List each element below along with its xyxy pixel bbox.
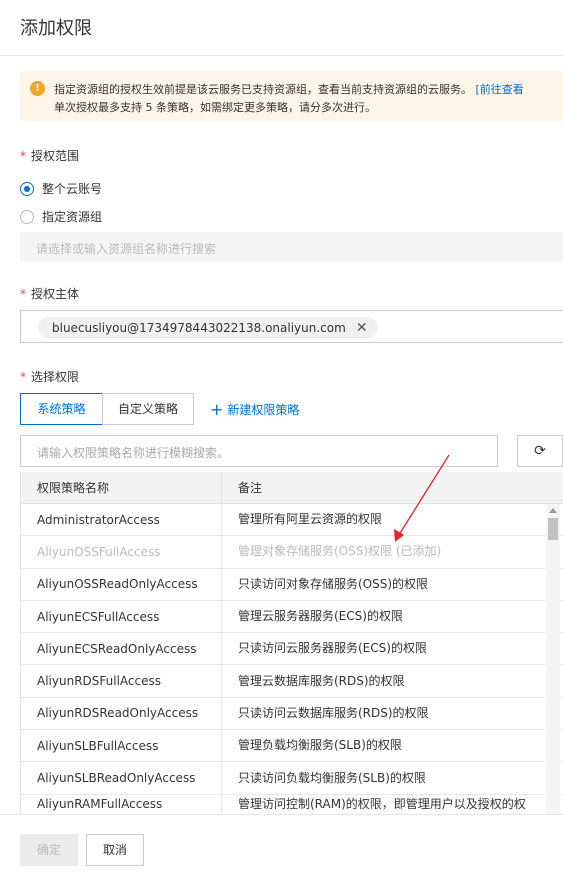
table-body: AdministratorAccess 管理所有阿里云资源的权限 AliyunOSS… [21, 504, 563, 814]
policy-name-cell: AdministratorAccess [21, 504, 222, 536]
table-scrollbar[interactable] [546, 504, 560, 814]
refresh-icon: ⟳ [534, 443, 546, 459]
notice-line-1: 指定资源组的授权生效前提是该云服务已支持资源组，查看当前支持资源组的云服务。 [… [54, 83, 524, 96]
confirm-button[interactable]: 确定 [20, 834, 78, 866]
radio-checked-icon[interactable] [20, 181, 34, 196]
table-row[interactable]: AliyunECSFullAccess 管理云服务器服务(ECS)的权限 [21, 600, 563, 634]
resource-group-search-input[interactable]: 请选择或输入资源组名称进行搜索 [20, 232, 563, 262]
tab-custom-policy[interactable]: 自定义策略 [102, 393, 194, 425]
policy-note-cell: 管理对象存储服务(OSS)权限 (已添加) [238, 544, 442, 559]
table-row[interactable]: AliyunOSSReadOnlyAccess 只读访问对象存储服务(OSS)的权… [21, 568, 563, 601]
table-row[interactable]: AliyunSLBReadOnlyAccess 只读访问负载均衡服务(SLB)的权… [21, 762, 563, 795]
radio-resource-group[interactable]: 指定资源组 [20, 208, 102, 225]
policy-name-cell: AliyunECSReadOnlyAccess [21, 633, 222, 665]
principal-label: * 授权主体 [20, 287, 80, 301]
policy-note-cell: 管理访问控制(RAM)的权限，即管理用户以及授权的权 [238, 796, 526, 811]
policy-name-cell: AliyunRDSReadOnlyAccess [21, 697, 222, 730]
scope-label: * 授权范围 [20, 149, 80, 163]
policy-note-cell: 只读访问负载均衡服务(SLB)的权限 [238, 770, 426, 785]
refresh-button[interactable]: ⟳ [517, 435, 563, 467]
dialog-title: 添加权限 [20, 18, 92, 39]
plus-icon: + [210, 400, 224, 419]
table-row[interactable]: AliyunECSReadOnlyAccess 只读访问云服务器服务(ECS)的权… [21, 633, 563, 666]
policies-label: * 选择权限 [20, 370, 80, 384]
policy-note-cell: 管理云服务器服务(ECS)的权限 [238, 609, 403, 624]
table-header: 权限策略名称 备注 [21, 472, 563, 504]
required-mark: * [20, 287, 26, 301]
tab-system-policy[interactable]: 系统策略 [20, 393, 103, 425]
new-policy-link[interactable]: + 新建权限策略 [210, 400, 299, 419]
table-row[interactable]: AliyunRDSFullAccess 管理云数据库服务(RDS)的权限 [21, 665, 563, 698]
principal-input[interactable]: bluecusliyou@1734978443022138.onaliyun.c… [20, 310, 563, 343]
table-row[interactable]: AliyunSLBFullAccess 管理负载均衡服务(SLB)的权限 [21, 730, 563, 763]
required-mark: * [20, 149, 26, 163]
radio-label: 指定资源组 [42, 210, 103, 224]
policy-note-cell: 管理云数据库服务(RDS)的权限 [238, 673, 405, 688]
policy-note-cell: 管理所有阿里云资源的权限 [238, 512, 383, 527]
table-row[interactable]: AdministratorAccess 管理所有阿里云资源的权限 [21, 504, 563, 537]
view-services-link[interactable]: [前往查看 [476, 83, 524, 96]
policy-search-input[interactable]: 请输入权限策略名称进行模糊搜索。 [20, 435, 498, 467]
cancel-button[interactable]: 取消 [86, 834, 144, 866]
principal-tag-label: bluecusliyou@1734978443022138.onaliyun.c… [52, 320, 346, 335]
notice-line-2: 单次授权最多支持 5 条策略，如需绑定更多策略，请分多次进行。 [54, 101, 376, 114]
policy-note-cell: 只读访问云服务器服务(ECS)的权限 [238, 641, 427, 656]
radio-whole-account[interactable]: 整个云账号 [20, 180, 102, 197]
column-header-name: 权限策略名称 [21, 472, 222, 503]
dialog-header: 添加权限 [0, 0, 563, 56]
dialog-footer: 确定 取消 [0, 814, 563, 878]
policy-name-cell: AliyunSLBFullAccess [21, 730, 222, 762]
policy-name-cell: AliyunSLBReadOnlyAccess [21, 762, 222, 794]
table-row[interactable]: AliyunRDSReadOnlyAccess 只读访问云数据库服务(RDS)的权… [21, 697, 563, 731]
scroll-up-icon[interactable] [549, 508, 557, 513]
policy-note-cell: 只读访问云数据库服务(RDS)的权限 [238, 705, 429, 720]
policy-name-cell: AliyunOSSReadOnlyAccess [21, 568, 222, 600]
notice-banner: ! 指定资源组的授权生效前提是该云服务已支持资源组，查看当前支持资源组的云服务。… [20, 71, 563, 121]
warning-icon: ! [30, 81, 45, 96]
close-icon[interactable]: ✕ [356, 320, 368, 336]
policy-name-cell: AliyunRDSFullAccess [21, 665, 222, 697]
radio-label: 整个云账号 [42, 182, 103, 196]
table-row: AliyunOSSFullAccess 管理对象存储服务(OSS)权限 (已添加) [21, 536, 563, 569]
principal-tag: bluecusliyou@1734978443022138.onaliyun.c… [38, 317, 378, 338]
policy-note-cell: 只读访问对象存储服务(OSS)的权限 [238, 576, 429, 591]
radio-unchecked-icon[interactable] [20, 209, 34, 224]
required-mark: * [20, 370, 26, 384]
table-row[interactable]: AliyunRAMFullAccess 管理访问控制(RAM)的权限，即管理用户以… [21, 794, 563, 814]
column-header-note: 备注 [238, 481, 263, 495]
policy-table: 权限策略名称 备注 AdministratorAccess 管理所有阿里云资源的权… [20, 472, 563, 814]
scrollbar-thumb[interactable] [548, 518, 558, 540]
policy-name-cell: AliyunOSSFullAccess [21, 536, 222, 568]
policy-name-cell: AliyunECSFullAccess [21, 600, 222, 633]
policy-note-cell: 管理负载均衡服务(SLB)的权限 [238, 738, 402, 753]
policy-name-cell: AliyunRAMFullAccess [21, 794, 222, 814]
